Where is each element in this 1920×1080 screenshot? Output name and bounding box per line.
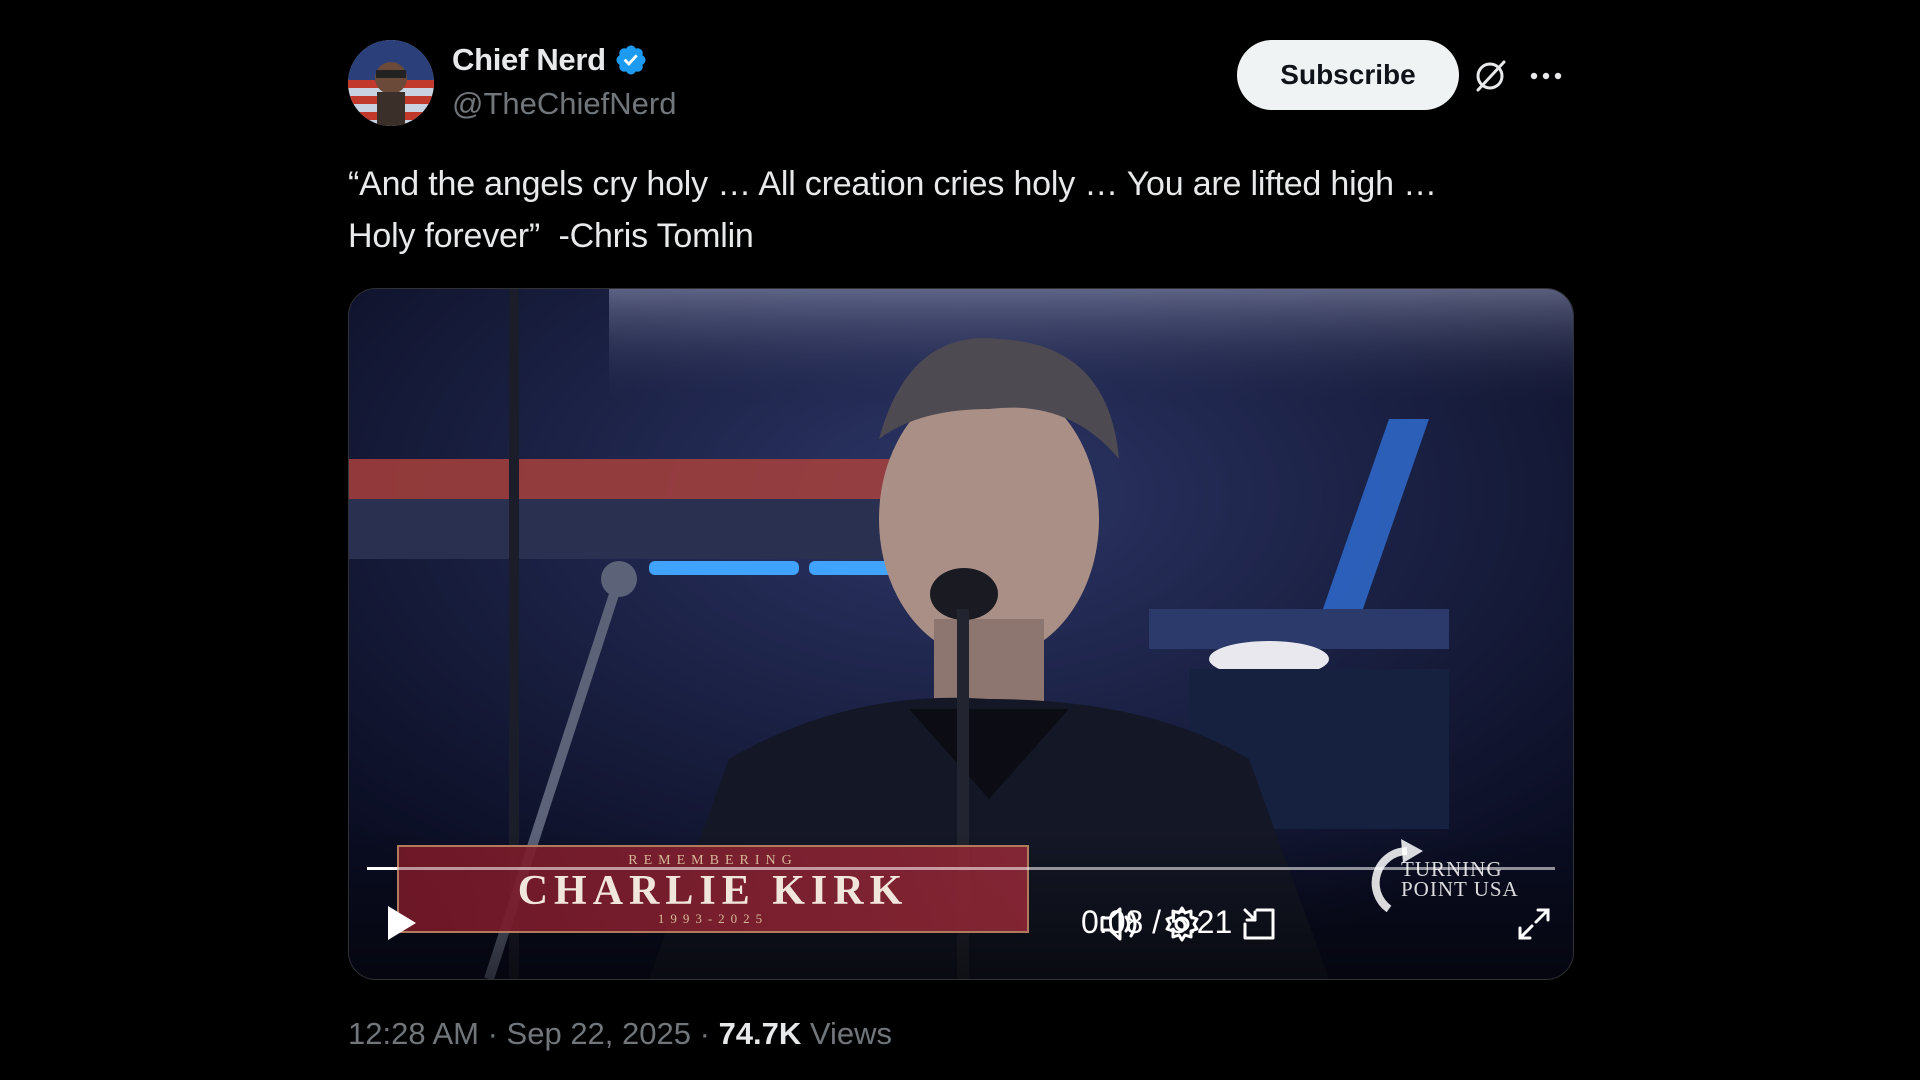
avatar-image [348, 40, 434, 126]
views-count: 74.7K [718, 1016, 802, 1051]
banner-main-text: CHARLIE KIRK [517, 868, 909, 914]
fullscreen-icon[interactable] [1511, 901, 1557, 947]
author-handle[interactable]: @TheChiefNerd [452, 86, 676, 122]
more-icon[interactable] [1524, 54, 1568, 98]
tweet-date[interactable]: Sep 22, 2025 [507, 1016, 691, 1051]
banner-years-text: 1993-2025 [657, 911, 769, 926]
avatar[interactable] [348, 40, 434, 126]
grok-icon[interactable] [1472, 58, 1508, 94]
author-display-name[interactable]: Chief Nerd [452, 42, 606, 78]
views-label: Views [801, 1016, 893, 1051]
memorial-banner: REMEMBERING CHARLIE KIRK 1993-2025 [397, 845, 1029, 933]
tweet-meta: 12:28 AM · Sep 22, 2025 · 74.7K Views [348, 1016, 892, 1052]
meta-separator: · [478, 1016, 507, 1051]
tweet-text: “And the angels cry holy … All creation … [348, 165, 1437, 255]
tweet-time[interactable]: 12:28 AM [348, 1016, 479, 1051]
video-progress-fill [367, 867, 397, 870]
settings-gear-icon[interactable] [1159, 901, 1205, 947]
logo-line-2: POINT USA [1401, 877, 1519, 901]
turning-point-text: TURNING POINT USA [1401, 859, 1519, 901]
tweet-post: Chief Nerd @TheChiefNerd Subscribe “And … [348, 40, 1574, 1080]
verified-badge-icon[interactable] [614, 43, 648, 77]
picture-in-picture-icon[interactable] [1236, 901, 1282, 947]
turning-point-logo: TURNING POINT USA [1349, 829, 1519, 919]
play-icon[interactable] [379, 901, 423, 945]
video-progress-bar[interactable] [367, 867, 1555, 870]
volume-icon[interactable] [1096, 901, 1142, 947]
meta-separator-2: · [691, 1016, 719, 1051]
author-name-row[interactable]: Chief Nerd [452, 42, 648, 78]
video-player[interactable]: REMEMBERING CHARLIE KIRK 1993-2025 TURNI… [348, 288, 1574, 980]
subscribe-button[interactable]: Subscribe [1237, 40, 1459, 110]
